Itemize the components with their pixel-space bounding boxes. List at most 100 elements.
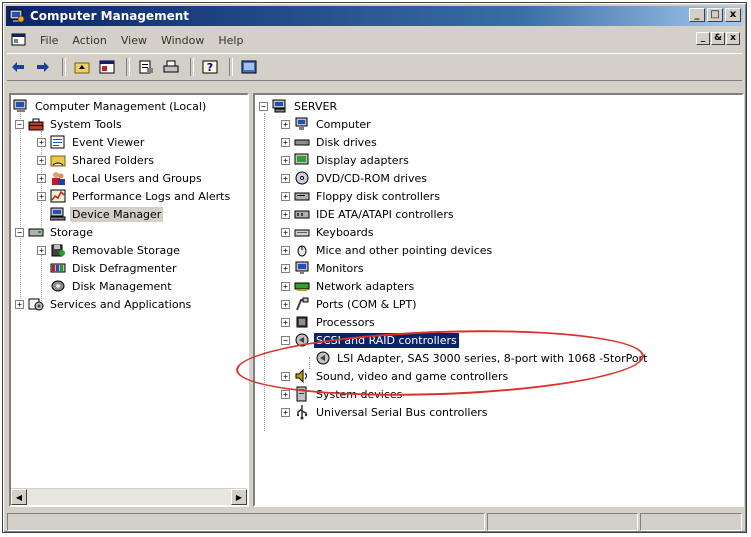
collapse-toggle[interactable]: − (259, 101, 268, 111)
expand-toggle[interactable]: + (37, 245, 46, 255)
mdi-minimize-button[interactable]: _ (696, 32, 710, 45)
tree-event-viewer[interactable]: + Event Viewer (37, 133, 146, 151)
device-tree-pane[interactable]: − SERVER + Computer + Disk drives + Disp… (253, 93, 744, 507)
device-category-monitors[interactable]: + Monitors (281, 259, 366, 277)
tree-root[interactable]: Computer Management (Local) (13, 97, 208, 115)
device-category-system-devices[interactable]: + System devices (281, 385, 404, 403)
device-category-network-adapters[interactable]: + Network adapters (281, 277, 416, 295)
device-category-disk-drives[interactable]: + Disk drives (281, 133, 379, 151)
menu-file[interactable]: File (33, 34, 65, 47)
expand-toggle[interactable]: + (281, 389, 290, 399)
device-category-mice[interactable]: + Mice and other pointing devices (281, 241, 494, 259)
device-category-processors[interactable]: + Processors (281, 313, 377, 331)
scroll-left-button[interactable]: ◀ (11, 489, 27, 505)
collapse-toggle[interactable]: − (15, 227, 24, 237)
tree-label: System devices (316, 387, 403, 401)
processor-icon (296, 316, 308, 328)
mmc-document-icon[interactable] (11, 33, 27, 47)
forward-button[interactable] (32, 57, 54, 77)
device-category-ports[interactable]: + Ports (COM & LPT) (281, 295, 419, 313)
properties-button[interactable] (135, 57, 157, 77)
tree-label: Display adapters (316, 153, 409, 167)
expand-toggle[interactable]: + (15, 299, 24, 309)
device-lsi-adapter[interactable]: LSI Adapter, SAS 3000 series, 8-port wit… (315, 349, 649, 367)
back-button[interactable] (7, 57, 29, 77)
device-tree-server[interactable]: − SERVER (259, 97, 339, 115)
expand-toggle[interactable]: + (281, 227, 290, 237)
expand-toggle[interactable]: + (281, 281, 290, 291)
menu-action[interactable]: Action (65, 34, 113, 47)
menu-help[interactable]: Help (211, 34, 250, 47)
toolbar-separator (126, 58, 130, 76)
mdi-close-button[interactable]: x (726, 32, 740, 45)
tree-label: Storage (50, 225, 94, 239)
expand-toggle[interactable]: + (281, 299, 290, 309)
cd-drive-icon (295, 171, 309, 185)
mdi-restore-button[interactable]: & (711, 32, 725, 45)
menu-window[interactable]: Window (154, 34, 211, 47)
tree-storage[interactable]: − Storage (15, 223, 95, 241)
scsi-controller-icon (295, 333, 309, 347)
expand-toggle[interactable]: + (37, 173, 46, 183)
tree-label: Universal Serial Bus controllers (316, 405, 488, 419)
status-segment (7, 513, 486, 531)
tree-local-users[interactable]: + Local Users and Groups (37, 169, 204, 187)
tree-system-tools[interactable]: − System Tools (15, 115, 124, 133)
device-category-computer[interactable]: + Computer (281, 115, 373, 133)
expand-toggle[interactable]: + (37, 137, 46, 147)
collapse-toggle[interactable]: − (15, 119, 24, 129)
expand-toggle[interactable]: + (281, 263, 290, 273)
tree-disk-management[interactable]: Disk Management (50, 277, 174, 295)
tree-label: Disk Defragmenter (72, 261, 177, 275)
expand-toggle[interactable]: + (281, 137, 290, 147)
expand-toggle[interactable]: + (281, 119, 290, 129)
properties-icon (139, 60, 153, 74)
device-category-scsi-raid[interactable]: − SCSI and RAID controllers (281, 331, 459, 349)
tree-services-applications[interactable]: + Services and Applications (15, 295, 193, 313)
help-button[interactable]: ? (199, 57, 221, 77)
tree-performance-logs[interactable]: + Performance Logs and Alerts (37, 187, 232, 205)
scroll-right-button[interactable]: ▶ (231, 489, 247, 505)
expand-toggle[interactable]: + (281, 371, 290, 381)
print-button[interactable] (160, 57, 182, 77)
performance-icon (50, 189, 66, 203)
minimize-button[interactable]: _ (689, 8, 705, 22)
tree-device-manager[interactable]: Device Manager (50, 205, 164, 223)
tree-label: System Tools (50, 117, 122, 131)
close-button[interactable]: x (725, 8, 741, 22)
device-category-display-adapters[interactable]: + Display adapters (281, 151, 411, 169)
title-bar[interactable]: Computer Management _ □ x (6, 6, 743, 26)
tree-label: Event Viewer (72, 135, 145, 149)
device-view-button[interactable] (238, 57, 260, 77)
expand-toggle[interactable]: + (281, 407, 290, 417)
expand-toggle[interactable]: + (281, 155, 290, 165)
device-category-usb[interactable]: + Universal Serial Bus controllers (281, 403, 489, 421)
device-category-sound-video[interactable]: + Sound, video and game controllers (281, 367, 510, 385)
expand-toggle[interactable]: + (281, 191, 290, 201)
device-category-floppy[interactable]: + Floppy disk controllers (281, 187, 442, 205)
expand-toggle[interactable]: + (281, 209, 290, 219)
expand-toggle[interactable]: + (37, 155, 46, 165)
tree-label: Device Manager (70, 206, 164, 222)
console-tree-pane[interactable]: Computer Management (Local) − System Too… (9, 93, 249, 507)
tree-label: SCSI and RAID controllers (314, 332, 459, 348)
collapse-toggle[interactable]: − (281, 335, 290, 345)
toolbar: ? (7, 53, 742, 81)
expand-toggle[interactable]: + (37, 191, 46, 201)
horizontal-scrollbar[interactable]: ◀ ▶ (11, 488, 247, 505)
menu-view[interactable]: View (114, 34, 154, 47)
device-category-dvd-cdrom[interactable]: + DVD/CD-ROM drives (281, 169, 429, 187)
maximize-button[interactable]: □ (707, 8, 723, 22)
device-category-ide-ata[interactable]: + IDE ATA/ATAPI controllers (281, 205, 456, 223)
expand-toggle[interactable]: + (281, 173, 290, 183)
mouse-icon (297, 245, 307, 257)
tree-removable-storage[interactable]: + Removable Storage (37, 241, 182, 259)
disk-drive-icon (294, 139, 310, 146)
up-one-level-button[interactable] (71, 57, 93, 77)
tree-shared-folders[interactable]: + Shared Folders (37, 151, 156, 169)
expand-toggle[interactable]: + (281, 245, 290, 255)
show-hide-tree-button[interactable] (96, 57, 118, 77)
tree-disk-defragmenter[interactable]: Disk Defragmenter (50, 259, 179, 277)
expand-toggle[interactable]: + (281, 317, 290, 327)
device-category-keyboards[interactable]: + Keyboards (281, 223, 375, 241)
